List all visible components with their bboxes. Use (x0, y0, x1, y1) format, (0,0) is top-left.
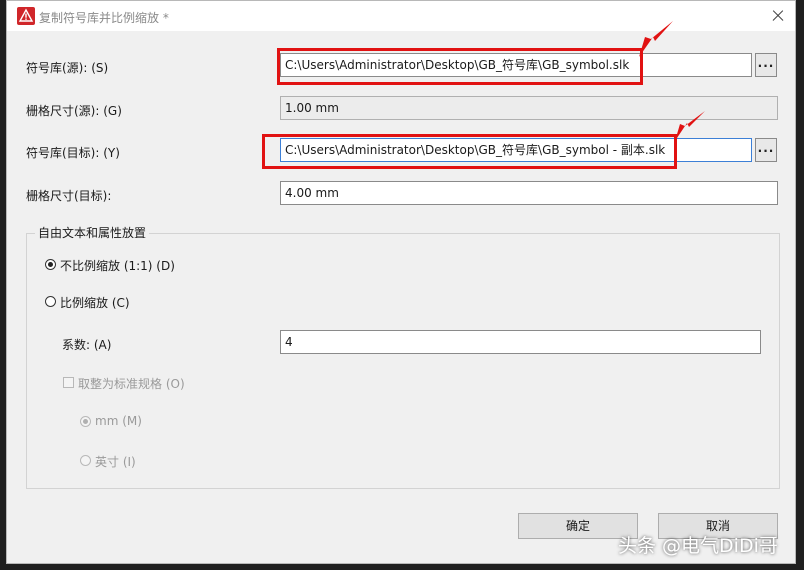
copy-symbol-library-dialog: 复制符号库并比例缩放 * 符号库(源): (S) C:\Users\Admini… (6, 0, 796, 564)
target-browse-button[interactable]: ... (755, 138, 777, 162)
round-standard-label: 取整为标准规格 (O) (78, 377, 185, 391)
no-scale-label: 不比例缩放 (1:1) (D) (60, 259, 175, 273)
group-title: 自由文本和属性放置 (35, 224, 150, 241)
source-grid-label: 栅格尺寸(源): (G) (26, 104, 122, 118)
target-highlight-box (262, 134, 677, 169)
no-scale-radio[interactable] (45, 259, 56, 270)
window-title: 复制符号库并比例缩放 * (39, 11, 169, 25)
target-library-label: 符号库(目标): (Y) (26, 146, 120, 160)
source-browse-button[interactable]: ... (755, 53, 777, 77)
red-arrow-icon (675, 111, 705, 141)
scale-label: 比例缩放 (C) (60, 296, 130, 310)
warning-triangle-icon (17, 7, 35, 25)
unit-inch-radio[interactable] (80, 455, 91, 466)
watermark: 头条 @电气DiDi哥 (618, 535, 778, 557)
unit-inch-label: 英寸 (I) (95, 455, 136, 469)
round-standard-checkbox[interactable] (63, 377, 74, 388)
target-grid-input[interactable]: 4.00 mm (280, 181, 778, 205)
unit-mm-radio[interactable] (80, 416, 91, 427)
factor-label: 系数: (A) (62, 338, 112, 352)
target-grid-label: 栅格尺寸(目标): (26, 189, 112, 203)
scale-radio[interactable] (45, 296, 56, 307)
unit-mm-label: mm (M) (95, 414, 142, 428)
factor-input[interactable]: 4 (280, 330, 761, 354)
title-bar: 复制符号库并比例缩放 * (7, 1, 795, 31)
source-library-label: 符号库(源): (S) (26, 61, 109, 75)
source-highlight-box (277, 48, 643, 85)
close-icon[interactable] (767, 5, 789, 27)
red-arrow-icon (639, 21, 673, 57)
